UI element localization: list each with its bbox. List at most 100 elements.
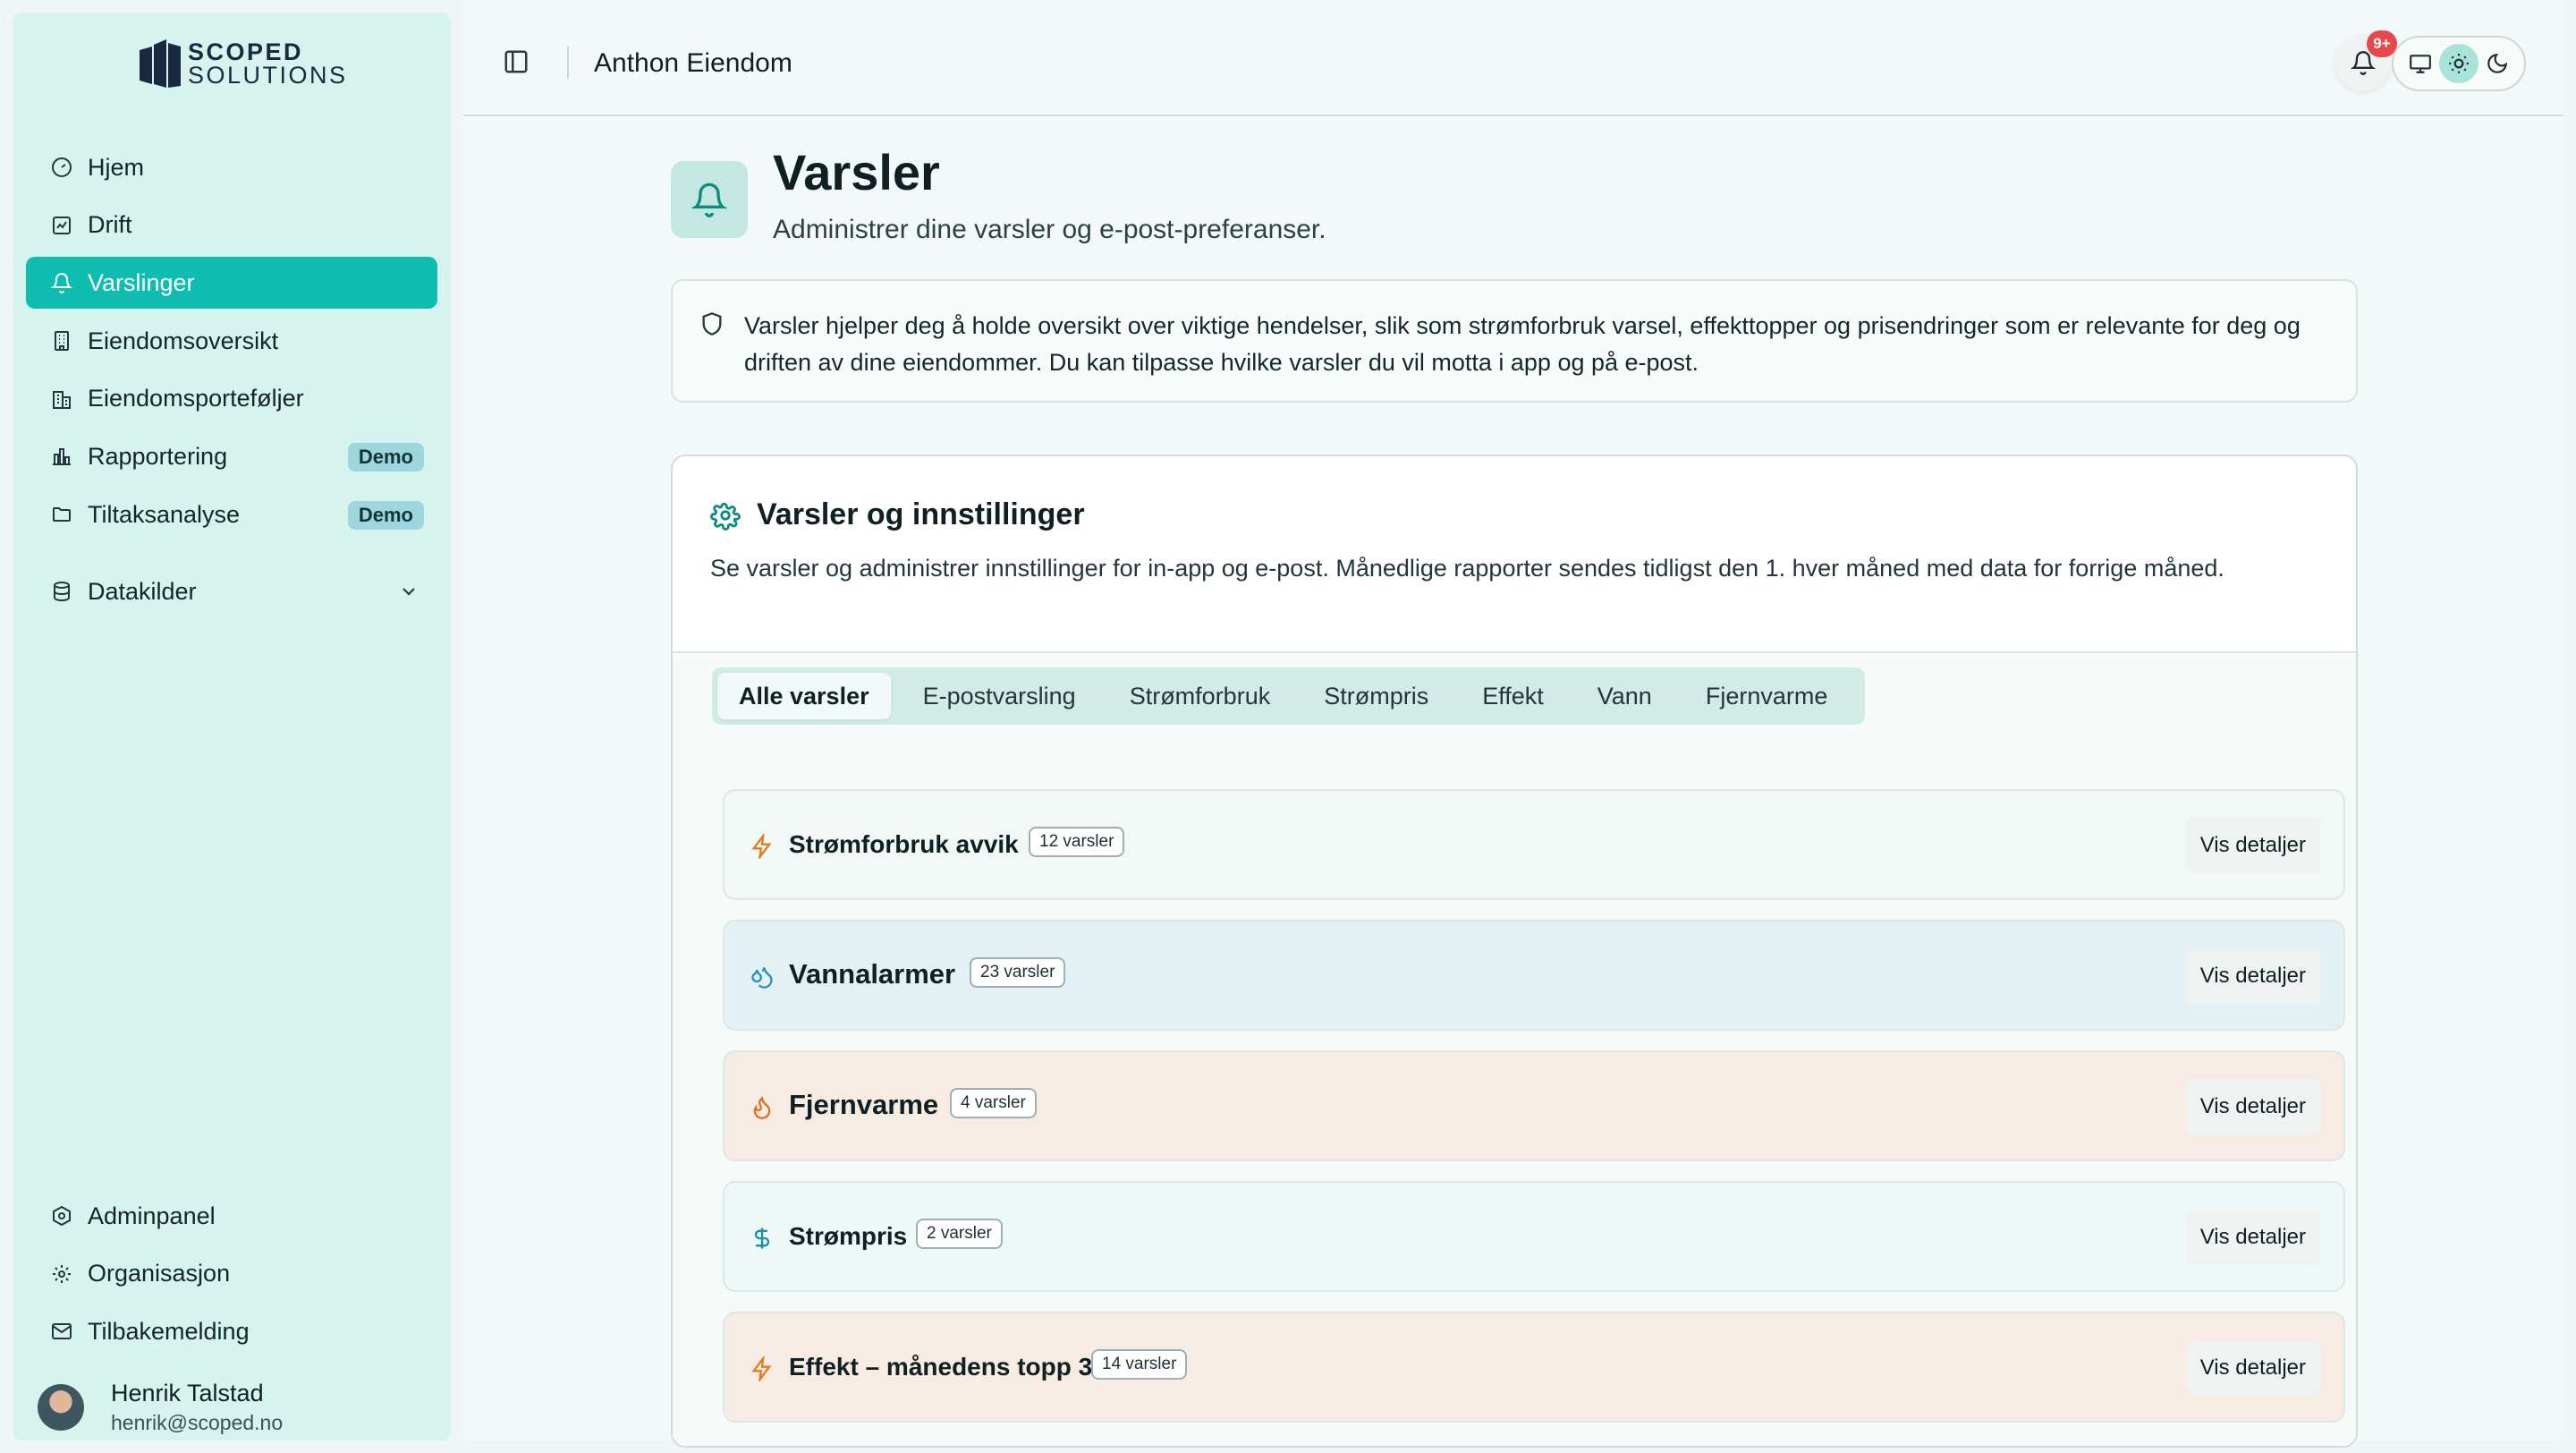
- card-title: Varsler og innstillinger: [757, 497, 1085, 531]
- tab-alle-varsler[interactable]: Alle varsler: [717, 673, 891, 719]
- alert-row-effekt-topp-3[interactable]: Effekt – månedens topp 3 14 varsler Vis …: [723, 1312, 2345, 1423]
- theme-dark-button[interactable]: [2479, 44, 2517, 83]
- gauge-icon: [52, 157, 72, 177]
- logo-line-1: SCOPED: [188, 38, 304, 65]
- sidebar-item-rapportering[interactable]: Rapportering Demo: [26, 430, 437, 482]
- avatar: [38, 1384, 84, 1431]
- alert-row-stromforbruk-avvik[interactable]: Strømforbruk avvik 12 varsler Vis detalj…: [723, 789, 2345, 900]
- hexagon-gear-icon: [53, 1205, 71, 1227]
- folder-icon: [53, 507, 71, 523]
- card-description: Se varsler og administrer innstillinger …: [710, 555, 2224, 582]
- tab-strompris[interactable]: Strømpris: [1302, 673, 1450, 719]
- logo-line-2: SOLUTIONS: [188, 61, 348, 89]
- sidebar-item-label: Eiendomsoversikt: [88, 327, 279, 354]
- main-content: Anthon Eiendom 9+ Varsler Administrer di…: [463, 0, 2563, 1448]
- sidebar-toggle-icon[interactable]: [503, 48, 530, 75]
- sidebar-bottom-nav: Adminpanel Organisasjon Tilbakemelding: [26, 1190, 437, 1364]
- view-details-button[interactable]: Vis detaljer: [2185, 1340, 2320, 1396]
- page-header-icon: [671, 161, 748, 238]
- alert-row-strompris[interactable]: Strømpris 2 varsler Vis detaljer: [723, 1181, 2345, 1292]
- theme-light-button[interactable]: [2439, 44, 2479, 83]
- sidebar-item-label: Varslinger: [88, 268, 195, 296]
- sidebar-item-eiendomsoversikt[interactable]: Eiendomsoversikt: [26, 315, 437, 367]
- user-email: henrik@scoped.no: [111, 1411, 284, 1434]
- flame-icon: [753, 1096, 771, 1119]
- notifications-button[interactable]: 9+: [2334, 30, 2397, 91]
- sidebar-item-varslinger[interactable]: Varslinger: [26, 257, 437, 310]
- alert-count-badge: 23 varsler: [970, 957, 1066, 988]
- sidebar-item-label: Tiltaksanalyse: [88, 500, 241, 528]
- view-details-button[interactable]: Vis detaljer: [2185, 818, 2320, 873]
- sidebar-item-label: Drift: [88, 211, 132, 239]
- chart-line-icon: [53, 216, 71, 234]
- sidebar-item-label: Organisasjon: [88, 1260, 231, 1287]
- theme-system-button[interactable]: [2401, 44, 2439, 83]
- view-details-button[interactable]: Vis detaljer: [2185, 948, 2320, 1004]
- zap-icon: [751, 834, 772, 859]
- settings-icon: [53, 1264, 71, 1283]
- tab-stromforbruk[interactable]: Strømforbruk: [1108, 673, 1292, 719]
- building-icon: [55, 331, 69, 352]
- sidebar-item-label: Datakilder: [88, 577, 197, 605]
- bar-chart-icon: [53, 448, 71, 466]
- alert-row-vannalarmer[interactable]: Vannalarmer 23 varsler Vis detaljer: [723, 920, 2345, 1031]
- sidebar-item-eiendomsportefoljer[interactable]: Eiendomsporteføljer: [26, 373, 437, 425]
- sidebar-item-hjem[interactable]: Hjem: [26, 141, 437, 193]
- top-bar: Anthon Eiendom 9+: [463, 0, 2563, 116]
- mail-icon: [52, 1323, 72, 1340]
- alert-title: Strømpris: [789, 1222, 908, 1250]
- chevron-down-icon[interactable]: [398, 581, 419, 602]
- sidebar-item-label: Hjem: [88, 153, 145, 181]
- user-name: Henrik Talstad: [111, 1380, 264, 1406]
- sidebar-item-tilbakemelding[interactable]: Tilbakemelding: [26, 1305, 437, 1357]
- buildings-icon: [53, 390, 71, 409]
- sidebar-item-label: Tilbakemelding: [88, 1317, 250, 1345]
- organization-name: Anthon Eiendom: [594, 48, 792, 78]
- page-title: Varsler: [773, 144, 940, 200]
- alerts-settings-card: Varsler og innstillinger Se varsler og a…: [671, 455, 2358, 1448]
- card-header: Varsler og innstillinger Se varsler og a…: [673, 456, 2356, 653]
- alert-count-badge: 2 varsler: [916, 1219, 1003, 1249]
- tab-e-postvarsling[interactable]: E-postvarsling: [902, 673, 1097, 719]
- sidebar-item-datakilder[interactable]: Datakilder: [26, 565, 437, 617]
- droplets-icon: [751, 967, 773, 989]
- shield-icon: [702, 312, 722, 336]
- tab-vann[interactable]: Vann: [1576, 673, 1674, 719]
- sidebar-item-label: Rapportering: [88, 442, 228, 470]
- sidebar-item-drift[interactable]: Drift: [26, 200, 437, 251]
- alert-tabs: Alle varsler E-postvarsling Strømforbruk…: [712, 667, 1866, 725]
- user-profile[interactable]: Henrik Talstad henrik@scoped.no: [38, 1380, 283, 1435]
- database-icon: [54, 582, 70, 602]
- alert-title: Vannalarmer: [789, 958, 956, 990]
- demo-badge: Demo: [347, 501, 424, 531]
- alert-count-badge: 12 varsler: [1029, 827, 1125, 857]
- divider: [567, 47, 569, 79]
- tab-fjernvarme[interactable]: Fjernvarme: [1684, 673, 1850, 719]
- tab-effekt[interactable]: Effekt: [1461, 673, 1565, 719]
- bell-icon: [691, 183, 727, 217]
- monitor-icon: [2409, 55, 2431, 73]
- view-details-button[interactable]: Vis detaljer: [2185, 1210, 2320, 1265]
- theme-switcher: [2392, 36, 2526, 91]
- alert-count-badge: 4 varsler: [950, 1088, 1037, 1118]
- alert-row-fjernvarme[interactable]: Fjernvarme 4 varsler Vis detaljer: [723, 1050, 2345, 1161]
- settings-icon: [710, 502, 741, 531]
- dollar-icon: [754, 1228, 770, 1249]
- alert-title: Effekt – månedens topp 3: [789, 1353, 1093, 1381]
- alert-title: Strømforbruk avvik: [789, 830, 1019, 858]
- zap-icon: [751, 1356, 772, 1381]
- info-banner: Varsler hjelper deg å holde oversikt ove…: [671, 279, 2358, 403]
- card-body: Alle varsler E-postvarsling Strømforbruk…: [673, 655, 2356, 1446]
- alert-count-badge: 14 varsler: [1091, 1349, 1188, 1380]
- moon-icon: [2487, 53, 2508, 73]
- sidebar-nav: Hjem Drift Varslinger Eiendomsoversikt E…: [26, 141, 437, 624]
- page-subtitle: Administrer dine varsler og e-post-prefe…: [773, 215, 1326, 244]
- sidebar-item-tiltaksanalyse[interactable]: Tiltaksanalyse Demo: [26, 489, 437, 540]
- sun-icon: [2449, 54, 2469, 73]
- logo[interactable]: SCOPED SOLUTIONS: [140, 38, 348, 89]
- view-details-button[interactable]: Vis detaljer: [2185, 1079, 2320, 1134]
- demo-badge: Demo: [347, 443, 424, 472]
- sidebar-item-adminpanel[interactable]: Adminpanel: [26, 1190, 437, 1242]
- sidebar-item-organisasjon[interactable]: Organisasjon: [26, 1248, 437, 1300]
- sidebar-item-label: Adminpanel: [88, 1202, 216, 1229]
